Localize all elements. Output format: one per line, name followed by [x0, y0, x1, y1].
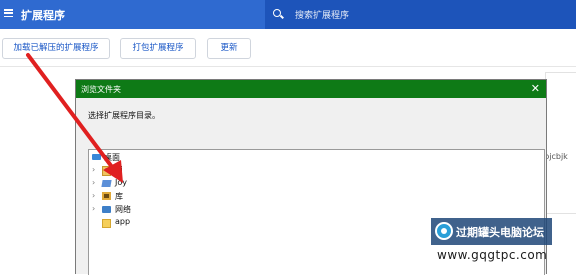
watermark: 过期罐头电脑论坛: [431, 218, 552, 245]
watermark-url: www.gqgtpc.com: [437, 248, 548, 262]
watermark-logo-icon: [435, 222, 453, 240]
arrow-shaft: [26, 53, 120, 177]
arrow-head: [103, 160, 123, 183]
watermark-text: 过期罐头电脑论坛: [456, 226, 544, 239]
